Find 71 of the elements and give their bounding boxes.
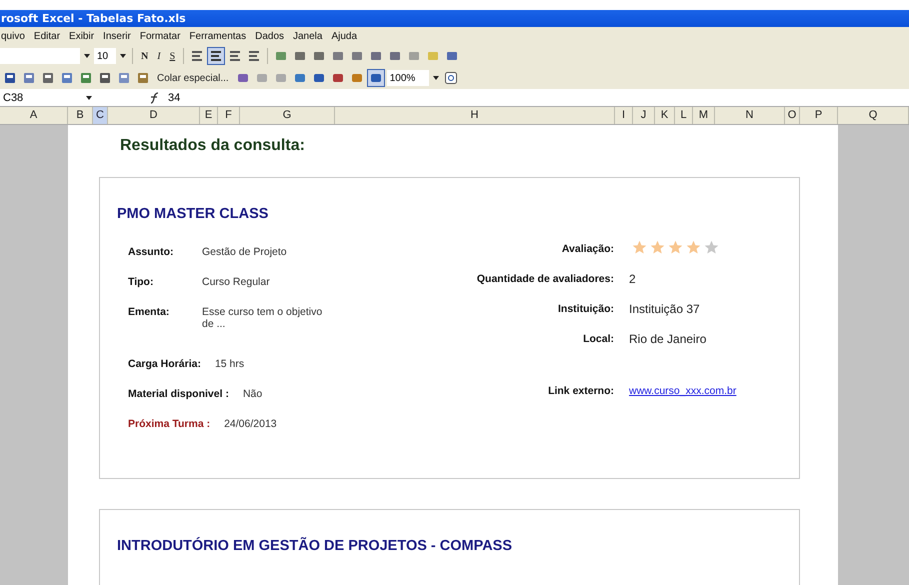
star-icon: [632, 240, 647, 255]
bold-button[interactable]: N: [138, 48, 152, 64]
column-header[interactable]: J: [633, 107, 655, 124]
field-value: Não: [242, 388, 262, 402]
menu-item[interactable]: Inserir: [103, 30, 131, 42]
field-label: Avaliação:: [560, 243, 614, 255]
column-header[interactable]: Q: [838, 107, 909, 124]
align-center-icon[interactable]: [208, 48, 224, 64]
column-header[interactable]: P: [800, 107, 838, 124]
column-header[interactable]: O: [785, 107, 800, 124]
field-label: Link externo:: [547, 385, 614, 397]
zoom-field[interactable]: 100%: [386, 70, 429, 86]
field-value: Esse curso tem o objetivo de ...: [202, 306, 324, 332]
field-label: Quantidade de avaliadores:: [476, 273, 614, 285]
results-heading: Resultados da consulta:: [120, 137, 306, 155]
field-value: Curso Regular: [202, 276, 271, 290]
field-value: 2: [629, 272, 636, 286]
column-header[interactable]: K: [655, 107, 675, 124]
column-header[interactable]: A: [0, 107, 68, 124]
star-icon: [668, 240, 683, 255]
field-label: Tipo:: [128, 276, 154, 290]
star-icon: [686, 240, 701, 255]
menu-item[interactable]: Janela: [293, 30, 322, 42]
menu-item[interactable]: Ferramentas: [189, 30, 246, 42]
star-rating[interactable]: [632, 240, 719, 255]
function-icon[interactable]: [148, 92, 160, 104]
field-label: Próxima Turma :: [128, 418, 210, 432]
menu-item[interactable]: Exibir: [69, 30, 94, 42]
window-title: rosoft Excel - Tabelas Fato.xls: [0, 12, 186, 25]
dropdown-arrow-icon[interactable]: [432, 75, 440, 81]
menu-item[interactable]: Formatar: [140, 30, 180, 42]
menu-item[interactable]: Dados: [255, 30, 284, 42]
field-value: Gestão de Projeto: [202, 246, 288, 260]
field-label: Material disponivel :: [128, 388, 229, 402]
italic-button[interactable]: I: [154, 48, 164, 64]
font-size-field[interactable]: 10: [94, 48, 116, 64]
column-header[interactable]: E: [200, 107, 218, 124]
field-label: Carga Horária:: [128, 358, 201, 372]
column-header[interactable]: L: [675, 107, 693, 124]
menu-item[interactable]: quivo: [1, 30, 25, 42]
course-title: INTRODUTÓRIO EM GESTÃO DE PROJETOS - COMPASS: [117, 538, 514, 554]
dropdown-arrow-icon[interactable]: [85, 94, 93, 100]
column-header[interactable]: N: [715, 107, 785, 124]
column-header[interactable]: G: [240, 107, 335, 124]
field-value: Rio de Janeiro: [629, 332, 706, 346]
paste-special-button[interactable]: Colar especial...: [154, 70, 232, 86]
star-icon: [650, 240, 665, 255]
field-label: Instituição:: [556, 303, 614, 315]
formula-field[interactable]: 34: [168, 92, 180, 104]
star-icon: [704, 240, 719, 255]
column-header[interactable]: H: [335, 107, 615, 124]
field-label: Ementa:: [128, 306, 170, 320]
column-header[interactable]: M: [693, 107, 715, 124]
name-box[interactable]: C38: [0, 92, 85, 104]
menu-item[interactable]: Ajuda: [331, 30, 358, 42]
dropdown-arrow-icon[interactable]: [119, 53, 127, 59]
field-value: 24/06/2013: [224, 418, 277, 432]
column-header[interactable]: C: [93, 107, 108, 124]
column-header[interactable]: D: [108, 107, 200, 124]
field-label: Assunto:: [128, 246, 174, 260]
field-value: 15 hrs: [214, 358, 244, 372]
dropdown-arrow-icon[interactable]: [83, 53, 91, 59]
column-header[interactable]: I: [615, 107, 633, 124]
course-title: PMO MASTER CLASS: [117, 206, 270, 222]
menu-item[interactable]: Editar: [34, 30, 60, 42]
field-value: Instituição 37: [629, 302, 700, 316]
font-name-field[interactable]: [0, 48, 80, 64]
underline-button[interactable]: S: [166, 48, 178, 64]
external-link[interactable]: www.curso_xxx.com.br: [629, 385, 736, 397]
field-label: Local:: [582, 333, 614, 345]
column-header[interactable]: F: [218, 107, 240, 124]
